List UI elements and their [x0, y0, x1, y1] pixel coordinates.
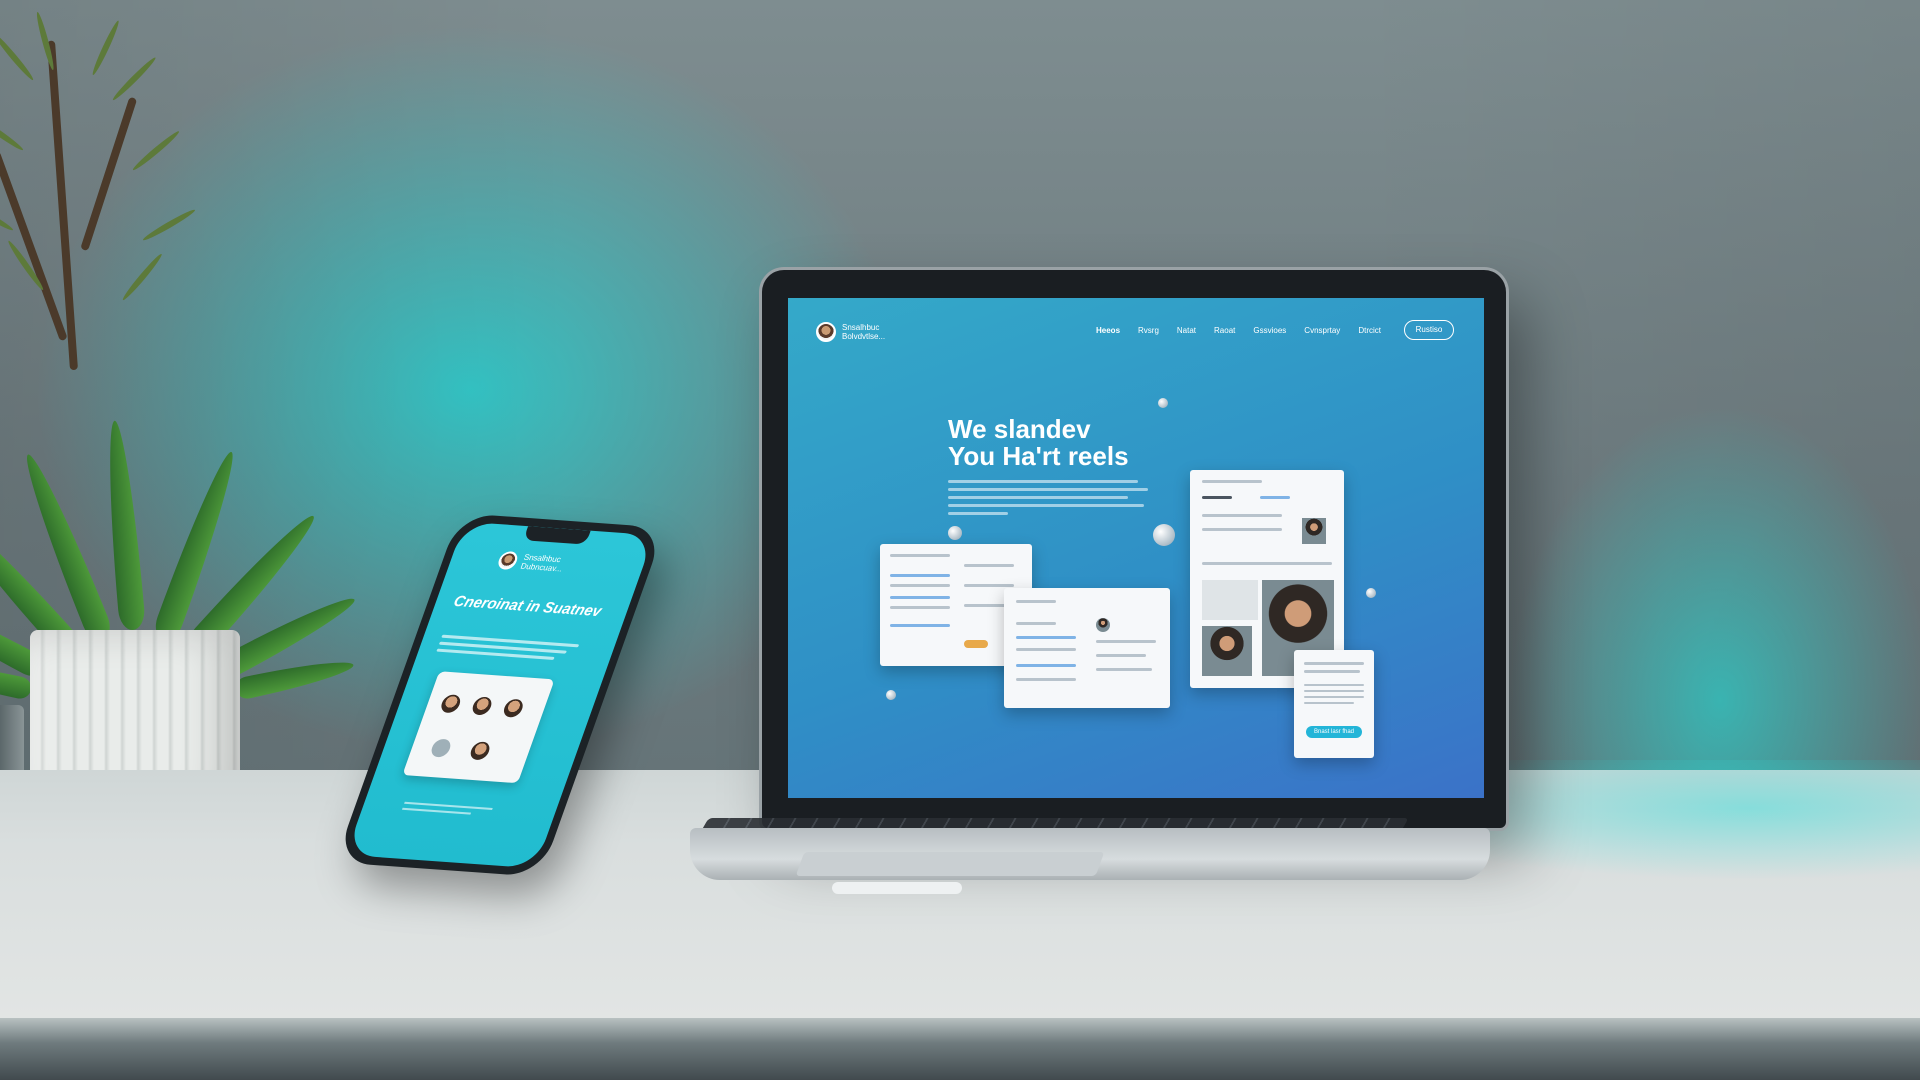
- floating-orb: [1158, 398, 1168, 408]
- hero-title: We slandev You Ha'rt reels: [948, 416, 1208, 470]
- nav-item[interactable]: Rvsrg: [1138, 326, 1159, 335]
- site-brand-name: Snsalhbuc Bolvdvtlse...: [842, 323, 886, 341]
- logo-avatar-icon: [816, 322, 836, 342]
- phone-description: [435, 634, 589, 666]
- nav-item[interactable]: Gssvioes: [1253, 326, 1286, 335]
- phone-title: Cneroinat in Suatnev: [451, 592, 604, 621]
- phone-notch: [523, 526, 591, 545]
- floating-orb: [1366, 588, 1376, 598]
- floating-orb: [1153, 524, 1175, 546]
- laptop-lip: [832, 882, 962, 894]
- nav-item[interactable]: Cvnsprtay: [1304, 326, 1340, 335]
- site-menu: Heeos Rvsrg Natat Raoat Gssvioes Cvnsprt…: [1096, 326, 1381, 335]
- laptop-trackpad: [795, 852, 1105, 876]
- avatar-icon: [501, 698, 526, 718]
- site-logo[interactable]: Snsalhbuc Bolvdvtlse...: [816, 322, 902, 342]
- nav-item[interactable]: Dtrcict: [1358, 326, 1381, 335]
- nav-item[interactable]: Raoat: [1214, 326, 1235, 335]
- mock-card-cta: Bnast lasr fhad: [1294, 650, 1374, 758]
- nav-cta-button[interactable]: Rustiso: [1404, 320, 1454, 340]
- phone-brand-name: Snsalhbuc Dubncuav...: [519, 552, 564, 574]
- hero-title-line: We slandev: [948, 414, 1091, 444]
- mock-card-center: [1004, 588, 1170, 708]
- avatar-icon: [468, 741, 493, 761]
- phone-logo[interactable]: Snsalhbuc Dubncuav...: [495, 550, 585, 575]
- floating-orb: [948, 526, 962, 540]
- hero-description: [948, 480, 1148, 520]
- site-navbar: Snsalhbuc Bolvdvtlse... Heeos Rvsrg Nata…: [816, 320, 1456, 344]
- avatar-icon: [470, 696, 495, 716]
- nav-item[interactable]: Natat: [1177, 326, 1196, 335]
- hero-title-line: You Ha'rt reels: [948, 441, 1129, 471]
- laptop-screen: Snsalhbuc Bolvdvtlse... Heeos Rvsrg Nata…: [788, 298, 1484, 798]
- desk-edge: [0, 1018, 1920, 1080]
- phone-card: [402, 671, 555, 784]
- card-cta-button[interactable]: Bnast lasr fhad: [1306, 726, 1362, 738]
- nav-item[interactable]: Heeos: [1096, 326, 1120, 335]
- avatar-icon: [428, 738, 453, 758]
- avatar-icon: [438, 694, 463, 714]
- phone-footer-text: [401, 801, 503, 821]
- logo-avatar-icon: [495, 550, 520, 571]
- floating-orb: [886, 690, 896, 700]
